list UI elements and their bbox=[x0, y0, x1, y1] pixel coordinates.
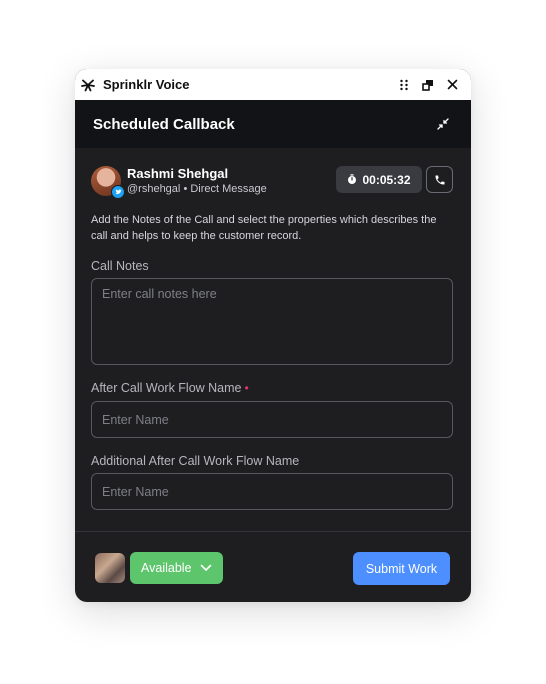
additional-acw-flow-label: Additional After Call Work Flow Name bbox=[91, 454, 300, 468]
submit-work-button[interactable]: Submit Work bbox=[353, 552, 450, 585]
meta-separator: • bbox=[183, 183, 188, 195]
panel-body: Rashmi Shehgal @rshehgal • Direct Messag… bbox=[75, 148, 471, 602]
additional-acw-flow-input[interactable] bbox=[91, 473, 453, 510]
twitter-icon bbox=[111, 185, 125, 199]
call-notes-label: Call Notes bbox=[91, 259, 149, 273]
contact-card: Rashmi Shehgal @rshehgal • Direct Messag… bbox=[91, 166, 453, 200]
availability-dropdown[interactable]: Available bbox=[130, 552, 223, 584]
minimize-arrows-icon[interactable] bbox=[433, 114, 453, 134]
agent-avatar[interactable] bbox=[95, 553, 125, 583]
app-title: Sprinklr Voice bbox=[103, 77, 190, 92]
availability-label: Available bbox=[141, 561, 192, 575]
close-icon[interactable] bbox=[441, 74, 463, 96]
acw-flow-input[interactable] bbox=[91, 401, 453, 438]
stopwatch-icon bbox=[347, 174, 357, 185]
sprinklr-logo-icon bbox=[81, 78, 95, 92]
call-notes-input[interactable] bbox=[91, 278, 453, 365]
contact-meta: @rshehgal • Direct Message bbox=[127, 183, 267, 195]
required-indicator: • bbox=[244, 381, 249, 395]
contact-name: Rashmi Shehgal bbox=[127, 166, 229, 181]
voice-widget: Sprinklr Voice Scheduled Callback Rashmi… bbox=[75, 69, 471, 602]
contact-channel: Direct Message bbox=[190, 183, 267, 195]
call-button[interactable] bbox=[426, 166, 453, 193]
panel-title: Scheduled Callback bbox=[93, 115, 235, 133]
drag-handle-icon[interactable] bbox=[393, 74, 415, 96]
acw-flow-label-text: After Call Work Flow Name bbox=[91, 381, 242, 395]
footer-divider bbox=[75, 531, 471, 532]
widget-titlebar: Sprinklr Voice bbox=[75, 69, 471, 100]
call-timer: 00:05:32 bbox=[336, 166, 422, 193]
chevron-down-icon bbox=[195, 564, 217, 572]
panel-header: Scheduled Callback bbox=[75, 100, 471, 148]
contact-handle: @rshehgal bbox=[127, 183, 181, 195]
timer-value: 00:05:32 bbox=[362, 172, 411, 187]
acw-flow-label: After Call Work Flow Name • bbox=[91, 381, 249, 395]
instructions-text: Add the Notes of the Call and select the… bbox=[91, 214, 437, 242]
phone-icon bbox=[435, 175, 444, 184]
popout-window-icon[interactable] bbox=[417, 74, 439, 96]
